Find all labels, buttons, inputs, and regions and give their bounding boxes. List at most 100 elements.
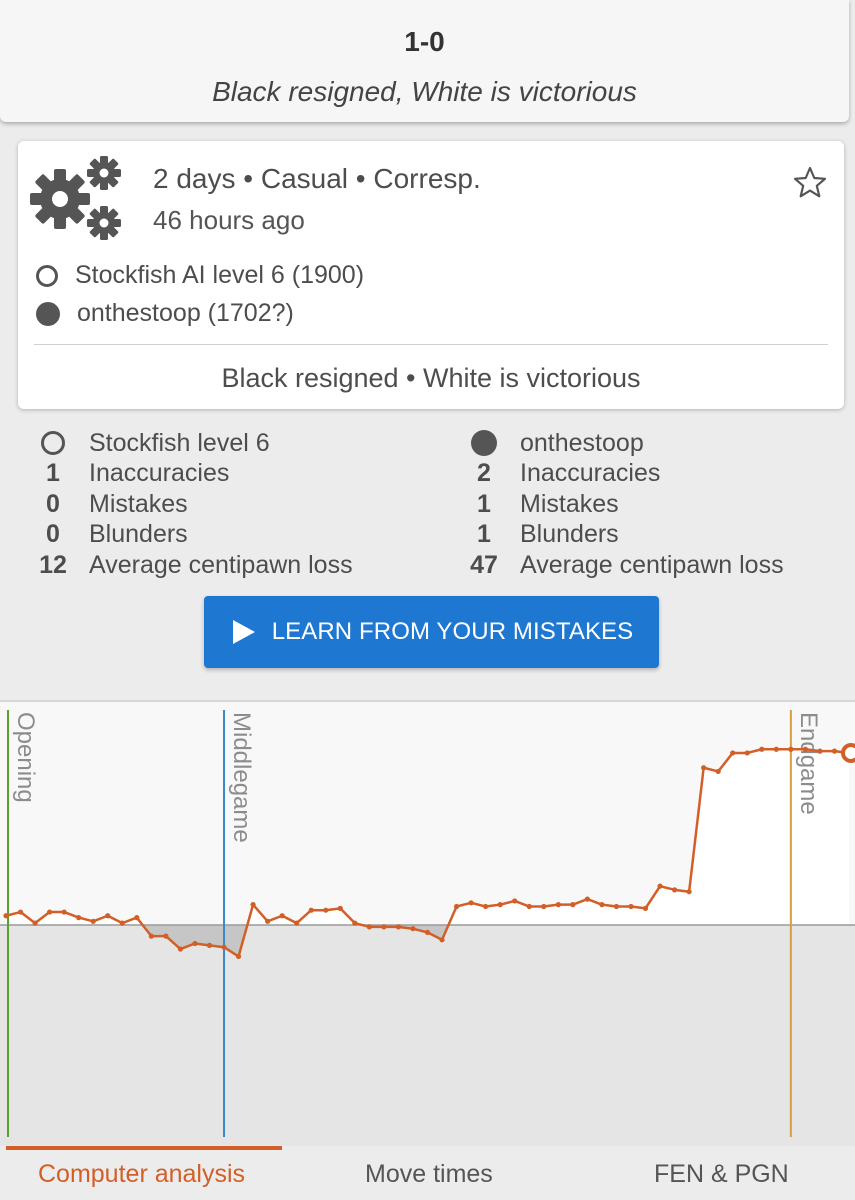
game-card-status: Black resigned • White is victorious <box>221 363 641 393</box>
evaluation-point <box>47 909 53 915</box>
card-divider <box>34 344 828 345</box>
summary-label: Mistakes <box>520 489 619 518</box>
evaluation-point <box>570 902 576 908</box>
learn-button-label: LEARN FROM YOUR MISTAKES <box>271 618 634 645</box>
summary-row: 47 Average centipawn loss <box>467 550 784 581</box>
evaluation-point <box>134 915 140 921</box>
phase-label: Opening <box>12 712 39 803</box>
summary-label: Inaccuracies <box>520 459 661 488</box>
chart-top-border <box>0 700 855 702</box>
white-player-name[interactable]: Stockfish AI level 6 (1900) <box>75 261 364 290</box>
evaluation-point <box>235 953 242 960</box>
evaluation-point <box>671 887 678 893</box>
white-piece-icon <box>36 264 58 287</box>
summary-count: 12 <box>39 550 67 579</box>
summary-count: 0 <box>46 489 60 518</box>
evaluation-point <box>642 905 649 911</box>
evaluation-point <box>453 903 460 910</box>
summary-count: 47 <box>470 550 498 579</box>
summary-row: 1 Inaccuracies <box>36 459 353 490</box>
black-circle-icon <box>471 430 497 457</box>
summary-player-name[interactable]: onthestoop <box>520 429 644 458</box>
evaluation-point <box>352 920 358 926</box>
black-summary: onthestoop 2 Inaccuracies 1 Mistakes 1 B… <box>467 428 784 581</box>
black-player-name[interactable]: onthestoop (1702?) <box>77 299 294 328</box>
evaluation-point <box>250 902 256 908</box>
evaluation-point <box>526 903 532 910</box>
summary-label: Mistakes <box>89 489 188 518</box>
evaluation-point <box>337 905 343 911</box>
white-summary: Stockfish level 6 1 Inaccuracies 0 Mista… <box>36 428 353 581</box>
evaluation-point <box>439 937 445 943</box>
evaluation-point <box>294 920 300 926</box>
summary-label: Blunders <box>520 520 619 549</box>
summary-row: 0 Blunders <box>36 520 353 551</box>
summary-row: 1 Mistakes <box>467 489 784 520</box>
summary-count: 1 <box>477 489 491 518</box>
evaluation-point <box>599 902 605 908</box>
evaluation-point <box>773 746 779 752</box>
summary-player: onthestoop <box>467 428 784 459</box>
evaluation-point <box>323 907 329 913</box>
evaluation-point <box>76 915 82 921</box>
tab-move-times[interactable]: Move times <box>365 1160 493 1189</box>
evaluation-point <box>32 920 38 926</box>
evaluation-point <box>17 909 24 915</box>
evaluation-point <box>715 768 721 775</box>
summary-player-name[interactable]: Stockfish level 6 <box>89 429 270 458</box>
evaluation-point <box>613 903 620 910</box>
advantage-chart-svg[interactable]: Opening Middlegame Endgame <box>0 700 855 1148</box>
evaluation-point <box>541 903 547 910</box>
evaluation-point <box>177 946 184 952</box>
evaluation-point <box>424 929 431 935</box>
evaluation-point <box>468 900 474 906</box>
black-player[interactable]: onthestoop (1702?) <box>36 299 294 328</box>
summary-count: 1 <box>477 520 491 549</box>
evaluation-point <box>90 918 96 924</box>
evaluation-point <box>512 898 518 904</box>
evaluation-point <box>701 765 707 771</box>
evaluation-point <box>206 942 213 948</box>
summary-count: 0 <box>46 520 60 549</box>
evaluation-point <box>584 896 590 902</box>
play-icon <box>232 620 255 644</box>
summary-label: Inaccuracies <box>89 459 230 488</box>
evaluation-point <box>759 746 765 752</box>
tab-computer-analysis[interactable]: Computer analysis <box>38 1160 245 1189</box>
game-result-box: 1-0 Black resigned, White is victorious <box>0 0 849 122</box>
evaluation-point <box>686 889 692 895</box>
summary-label: Average centipawn loss <box>89 550 353 579</box>
evaluation-point <box>802 746 808 752</box>
evaluation-point <box>744 750 750 756</box>
summary-row: 0 Mistakes <box>36 489 353 520</box>
evaluation-point <box>817 748 823 754</box>
evaluation-point <box>730 750 736 756</box>
evaluation-point <box>366 924 372 930</box>
summary-label: Blunders <box>89 520 188 549</box>
summary-label: Average centipawn loss <box>520 550 784 579</box>
bookmark-star-icon[interactable] <box>792 165 828 201</box>
white-player[interactable]: Stockfish AI level 6 (1900) <box>36 261 364 290</box>
summary-count: 1 <box>46 459 60 488</box>
evaluation-point <box>61 909 67 915</box>
phase-label: Endgame <box>795 712 822 815</box>
evaluation-point <box>628 903 634 910</box>
evaluation-point <box>788 746 794 752</box>
game-info-card: 2 days • Casual • Corresp. 46 hours ago … <box>18 141 844 409</box>
summary-row: 1 Blunders <box>467 520 784 551</box>
evaluation-point <box>497 902 503 908</box>
gears-icon <box>30 156 121 240</box>
evaluation-point <box>3 913 9 919</box>
tab-fen-pgn[interactable]: FEN & PGN <box>654 1160 789 1189</box>
summary-row: 12 Average centipawn loss <box>36 550 353 581</box>
white-circle-icon <box>41 431 65 456</box>
game-score: 1-0 <box>404 26 445 57</box>
summary-count: 2 <box>477 459 491 488</box>
learn-from-mistakes-button[interactable]: LEARN FROM YOUR MISTAKES <box>204 596 659 668</box>
current-move-marker <box>841 742 855 763</box>
summary-row: 2 Inaccuracies <box>467 459 784 490</box>
evaluation-point <box>555 902 561 908</box>
evaluation-point <box>395 924 402 930</box>
evaluation-point <box>119 920 125 926</box>
advantage-chart[interactable]: Opening Middlegame Endgame <box>0 700 855 1148</box>
